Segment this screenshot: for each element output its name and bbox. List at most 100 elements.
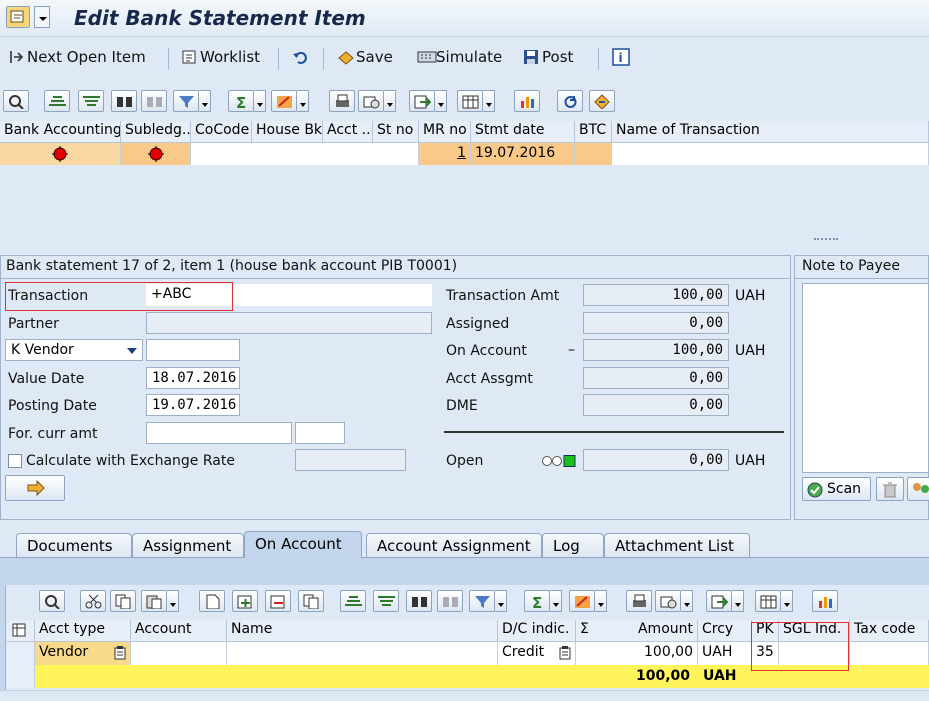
layout-icon[interactable]	[457, 90, 483, 112]
column-header[interactable]: Crcy	[698, 620, 752, 642]
splitter-handle[interactable]	[814, 238, 838, 241]
insert-row-icon[interactable]	[232, 590, 258, 612]
tab-attachment-list[interactable]: Attachment List	[604, 533, 750, 557]
export-dropdown-icon[interactable]	[732, 590, 744, 612]
views-dropdown-icon[interactable]	[384, 90, 396, 112]
info-button[interactable]: i	[612, 48, 631, 70]
delete-row-icon[interactable]	[265, 590, 291, 612]
export-icon[interactable]	[409, 90, 435, 112]
column-header[interactable]: Stmt date	[471, 121, 575, 143]
calc-exchange-checkbox[interactable]	[8, 454, 22, 468]
column-header[interactable]: D/C indic.	[498, 620, 576, 642]
btc-cell[interactable]	[575, 143, 612, 165]
graphic-icon[interactable]	[812, 590, 838, 612]
new-row-icon[interactable]	[199, 590, 225, 612]
views-icon[interactable]	[358, 90, 384, 112]
continue-button[interactable]	[5, 475, 65, 501]
amount-column-header[interactable]: Σ Amount	[576, 620, 698, 642]
subtotal-dropdown-icon[interactable]	[595, 590, 607, 612]
cut-icon[interactable]	[80, 590, 106, 612]
views-icon[interactable]	[655, 590, 681, 612]
worklist-button[interactable]: Worklist	[181, 48, 260, 70]
column-header[interactable]: Name of Transaction	[612, 121, 929, 143]
scan-button[interactable]: Scan	[802, 477, 871, 501]
filter-icon[interactable]	[469, 590, 495, 612]
layout-icon[interactable]	[755, 590, 781, 612]
foreign-currency-field[interactable]	[295, 422, 345, 444]
acct-type-cell[interactable]: Vendor	[35, 642, 131, 665]
partner-number-field[interactable]	[146, 339, 240, 361]
total-dropdown-icon[interactable]	[550, 590, 562, 612]
attach-note-button[interactable]	[907, 477, 929, 501]
views-dropdown-icon[interactable]	[681, 590, 693, 612]
print-icon[interactable]	[626, 590, 652, 612]
foreign-amount-field[interactable]	[146, 422, 292, 444]
stmt-date-cell[interactable]: 19.07.2016	[471, 143, 575, 165]
bank-accounting-status-cell[interactable]	[0, 143, 121, 165]
column-header[interactable]: Acct ...	[323, 121, 373, 143]
next-open-item-button[interactable]: Next Open Item	[8, 48, 146, 70]
sort-descending-icon[interactable]	[78, 90, 104, 112]
tab-log[interactable]: Log	[542, 533, 604, 557]
filter-dropdown-icon[interactable]	[199, 90, 211, 112]
layout-dropdown-icon[interactable]	[781, 590, 793, 612]
column-header[interactable]: Acct type	[35, 620, 131, 642]
system-menu-icon[interactable]	[6, 6, 30, 28]
tab-on-account[interactable]: On Account	[244, 531, 362, 558]
column-header[interactable]: Tax code	[850, 620, 929, 642]
duplicate-row-icon[interactable]	[298, 590, 324, 612]
select-all-cell[interactable]	[7, 620, 35, 642]
export-icon[interactable]	[706, 590, 732, 612]
sort-ascending-icon[interactable]	[340, 590, 366, 612]
subledger-status-cell[interactable]	[121, 143, 191, 165]
column-header[interactable]: St no	[373, 121, 419, 143]
currency-cell[interactable]: UAH	[698, 642, 752, 665]
note-to-payee-textarea[interactable]	[802, 283, 929, 473]
column-header[interactable]: Bank Accounting	[0, 121, 121, 143]
filter-dropdown-icon[interactable]	[495, 590, 507, 612]
value-help-icon[interactable]	[559, 646, 571, 660]
column-header[interactable]: House Bk	[252, 121, 323, 143]
find-icon[interactable]	[406, 590, 432, 612]
partner-type-select[interactable]: K Vendor	[5, 339, 143, 361]
dc-indicator-cell[interactable]: Credit	[498, 642, 576, 665]
column-header[interactable]: BTC	[575, 121, 612, 143]
paste-icon[interactable]	[141, 590, 167, 612]
sort-ascending-icon[interactable]	[44, 90, 70, 112]
filter-icon[interactable]	[173, 90, 199, 112]
column-header[interactable]: Name	[227, 620, 498, 642]
subtotal-icon[interactable]	[271, 90, 297, 112]
tab-documents[interactable]: Documents	[16, 533, 132, 557]
value-help-icon[interactable]	[114, 646, 126, 660]
paste-dropdown-icon[interactable]	[167, 590, 179, 612]
print-icon[interactable]	[329, 90, 355, 112]
save-button[interactable]: Save	[337, 48, 393, 70]
value-date-field[interactable]: 18.07.2016	[146, 367, 240, 389]
find-icon[interactable]	[111, 90, 137, 112]
simulate-button[interactable]: Simulate	[417, 48, 502, 70]
name-cell[interactable]	[227, 642, 498, 665]
refresh-icon[interactable]	[557, 90, 583, 112]
column-header[interactable]: Account	[131, 620, 227, 642]
menu-dropdown-icon[interactable]	[34, 6, 50, 28]
transaction-name-cell[interactable]	[612, 143, 929, 165]
post-button[interactable]: Post	[523, 48, 573, 70]
details-icon[interactable]	[39, 590, 65, 612]
export-dropdown-icon[interactable]	[435, 90, 447, 112]
tab-assignment[interactable]: Assignment	[132, 533, 244, 557]
tax-code-cell[interactable]	[850, 642, 929, 665]
amount-cell[interactable]: 100,00	[576, 642, 698, 665]
cocode-cell[interactable]	[191, 143, 419, 165]
layout-dropdown-icon[interactable]	[483, 90, 495, 112]
find-next-icon[interactable]	[141, 90, 167, 112]
column-header[interactable]: MR no	[419, 121, 471, 143]
row-selector[interactable]	[7, 642, 35, 665]
posting-date-field[interactable]: 19.07.2016	[146, 394, 240, 416]
total-dropdown-icon[interactable]	[254, 90, 266, 112]
total-icon[interactable]: Σ	[228, 90, 254, 112]
details-icon[interactable]	[3, 90, 29, 112]
sort-descending-icon[interactable]	[373, 590, 399, 612]
find-next-icon[interactable]	[437, 590, 463, 612]
navigate-icon[interactable]	[589, 90, 615, 112]
undo-button[interactable]	[292, 48, 311, 70]
